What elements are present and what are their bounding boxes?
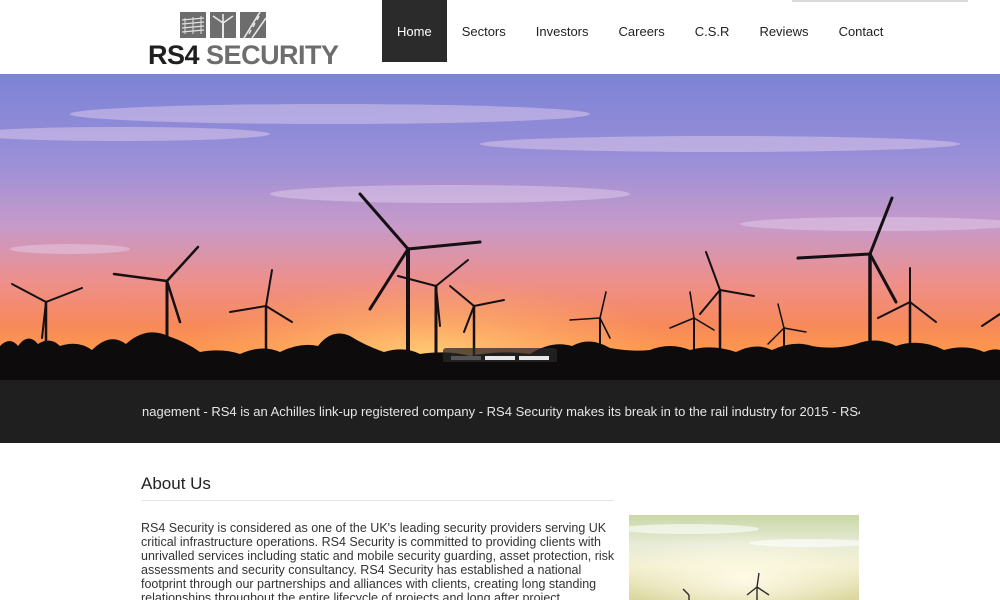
ticker-text[interactable]: nagement - RS4 is an Achilles link-up re… [142,404,860,419]
site-header: RS4 SECURITY Home Sectors Investors Care… [0,0,1000,74]
nav-sectors[interactable]: Sectors [447,0,521,62]
nav-careers[interactable]: Careers [604,0,680,62]
nav-investors[interactable]: Investors [521,0,604,62]
hero-wind-turbines-image [0,74,1000,380]
slider-dot-3[interactable] [519,356,549,360]
wind-turbine-icon [210,12,236,38]
header-divider [792,0,968,2]
slider-dot-1[interactable] [451,356,481,360]
nav-home[interactable]: Home [382,0,447,62]
logo-icons [180,12,266,38]
fence-icon [180,12,206,38]
nav-reviews[interactable]: Reviews [744,0,823,62]
logo-brand: RS4 [148,40,200,70]
about-wind-turbine-image [629,515,859,600]
site-logo[interactable]: RS4 SECURITY [148,10,339,69]
nav-csr[interactable]: C.S.R [680,0,745,62]
news-ticker: nagement - RS4 is an Achilles link-up re… [0,380,1000,443]
about-divider [141,500,614,501]
road-icon [240,12,266,38]
nav-contact[interactable]: Contact [824,0,899,62]
logo-tagline: SECURITY [206,40,339,70]
hero-slider[interactable] [0,74,1000,380]
slider-pagination [443,348,557,362]
logo-wordmark: RS4 SECURITY [148,41,339,69]
main-nav: Home Sectors Investors Careers C.S.R Rev… [382,0,898,62]
about-body: RS4 Security is considered as one of the… [141,521,615,600]
about-heading: About Us [141,474,211,493]
slider-dot-2[interactable] [485,356,515,360]
